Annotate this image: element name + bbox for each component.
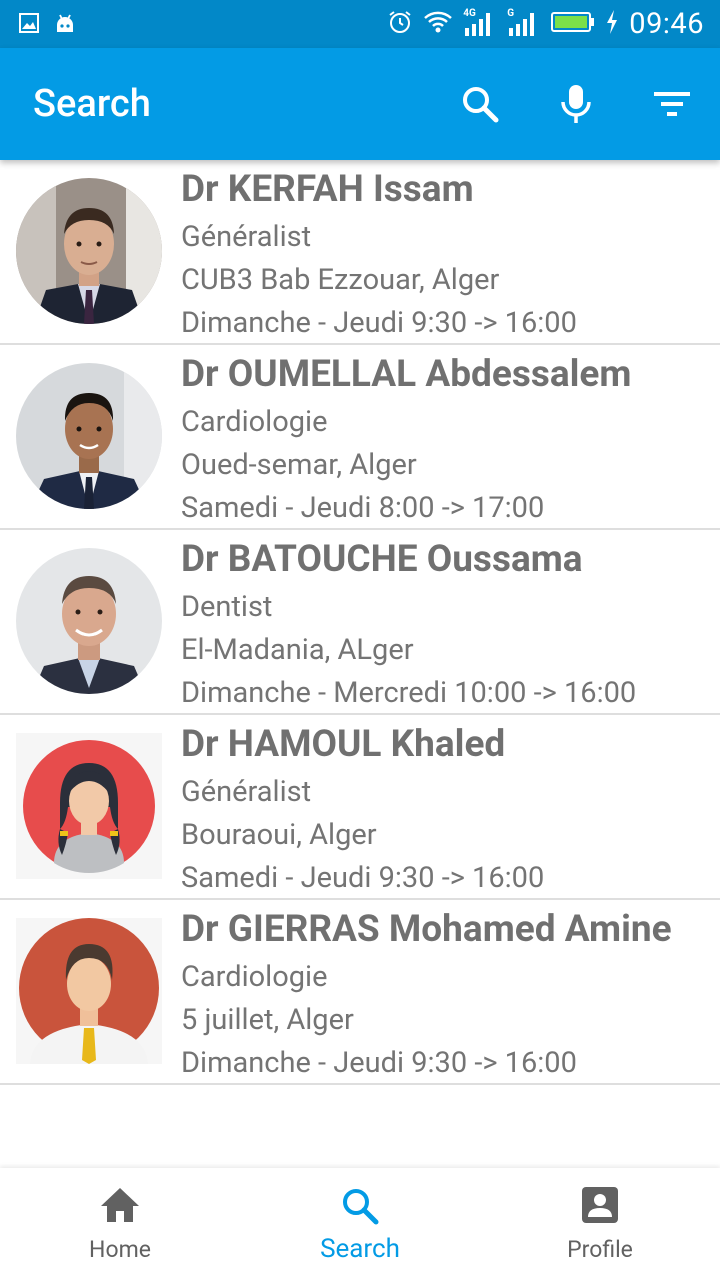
doctor-name: Dr HAMOUL Khaled	[181, 723, 506, 766]
nav-profile-label: Profile	[567, 1236, 633, 1263]
doctor-specialty: Dentist	[181, 590, 273, 624]
doctor-specialty: Cardiologie	[181, 405, 328, 439]
alarm-icon	[387, 9, 413, 39]
doctor-location: CUB3 Bab Ezzouar, Alger	[181, 263, 500, 297]
doctor-name: Dr GIERRAS Mohamed Amine	[181, 908, 672, 951]
list-item[interactable]: Dr GIERRAS Mohamed Amine Cardiologie 5 j…	[0, 900, 720, 1085]
android-icon	[54, 12, 76, 38]
search-icon[interactable]	[458, 82, 502, 126]
app-bar: Search	[0, 48, 720, 160]
status-time: 09:46	[629, 7, 704, 41]
network-label-2: G	[507, 8, 515, 19]
doctor-schedule: Samedi - Jeudi 8:00 -> 17:00	[181, 491, 545, 525]
list-item[interactable]: Dr HAMOUL Khaled Généralist Bouraoui, Al…	[0, 715, 720, 900]
signal-4g-icon: 4G	[463, 8, 497, 38]
doctor-list: Dr KERFAH Issam Généralist CUB3 Bab Ezzo…	[0, 160, 720, 1085]
mic-icon[interactable]	[554, 82, 598, 126]
doctor-location: 5 juillet, Alger	[181, 1003, 354, 1037]
nav-profile[interactable]: Profile	[480, 1168, 720, 1280]
doctor-schedule: Dimanche - Jeudi 9:30 -> 16:00	[181, 306, 577, 340]
doctor-schedule: Dimanche - Jeudi 9:30 -> 16:00	[181, 1046, 577, 1080]
doctor-name: Dr KERFAH Issam	[181, 168, 474, 211]
nav-home[interactable]: Home	[0, 1168, 240, 1280]
doctor-specialty: Généralist	[181, 775, 312, 809]
list-item[interactable]: Dr OUMELLAL Abdessalem Cardiologie Oued-…	[0, 345, 720, 530]
doctor-schedule: Dimanche - Mercredi 10:00 -> 16:00	[181, 676, 637, 710]
doctor-location: El-Madania, ALger	[181, 633, 414, 667]
avatar	[16, 548, 162, 694]
profile-icon	[480, 1186, 720, 1226]
search-icon	[240, 1186, 480, 1226]
filter-icon[interactable]	[650, 82, 694, 126]
avatar	[16, 178, 162, 324]
page-title: Search	[33, 82, 151, 126]
doctor-name: Dr OUMELLAL Abdessalem	[181, 353, 632, 396]
status-bar: 4G G 09:46	[0, 0, 720, 48]
doctor-name: Dr BATOUCHE Oussama	[181, 538, 583, 581]
avatar	[16, 363, 162, 509]
doctor-schedule: Samedi - Jeudi 9:30 -> 16:00	[181, 861, 545, 895]
wifi-icon	[423, 10, 453, 38]
doctor-specialty: Généralist	[181, 220, 312, 254]
signal-g-icon: G	[507, 8, 541, 38]
nav-search[interactable]: Search	[240, 1168, 480, 1280]
image-icon	[18, 12, 40, 38]
doctor-location: Oued-semar, Alger	[181, 448, 417, 482]
avatar	[16, 733, 162, 879]
doctor-location: Bouraoui, Alger	[181, 818, 377, 852]
doctor-specialty: Cardiologie	[181, 960, 328, 994]
charging-icon	[605, 9, 619, 39]
nav-home-label: Home	[89, 1236, 151, 1263]
avatar	[16, 918, 162, 1064]
nav-search-label: Search	[320, 1234, 400, 1264]
home-icon	[0, 1186, 240, 1226]
list-item[interactable]: Dr BATOUCHE Oussama Dentist El-Madania, …	[0, 530, 720, 715]
battery-icon	[551, 11, 595, 37]
bottom-navigation: Home Search Profile	[0, 1168, 720, 1280]
network-label-1: 4G	[463, 8, 476, 19]
list-item[interactable]: Dr KERFAH Issam Généralist CUB3 Bab Ezzo…	[0, 160, 720, 345]
